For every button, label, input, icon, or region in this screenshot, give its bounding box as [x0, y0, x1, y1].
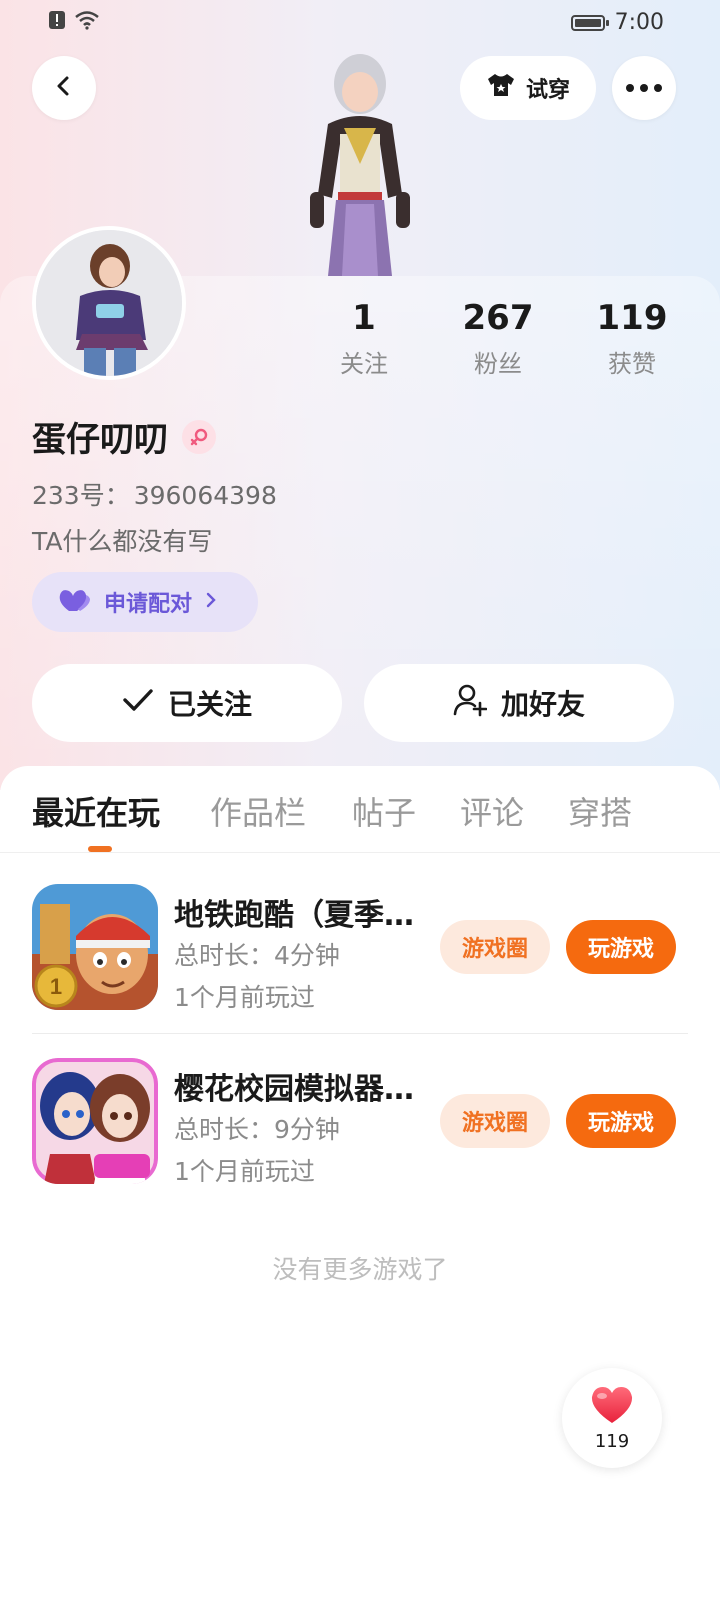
tab-recently-played[interactable]: 最近在玩 [32, 788, 160, 834]
try-on-button[interactable]: 试穿 [460, 56, 596, 120]
add-friend-label: 加好友 [500, 688, 585, 721]
status-left [48, 10, 100, 34]
stat-value: 1 [352, 298, 376, 338]
uid-label: 233号： [32, 481, 130, 510]
status-right: 7:00 [570, 10, 664, 35]
stat-label: 关注 [340, 350, 388, 378]
game-duration: 总时长：4分钟 [174, 941, 340, 970]
nickname: 蛋仔叨叨 [32, 420, 168, 460]
bio: TA什么都没有写 [32, 527, 213, 556]
like-button[interactable]: 119 [562, 1368, 662, 1468]
wifi-icon [74, 10, 100, 34]
followed-label: 已关注 [167, 688, 252, 721]
profile-tabs: 最近在玩 作品栏 帖子 评论 穿搭 [0, 788, 720, 852]
try-on-label: 试穿 [525, 78, 570, 103]
tab-comments[interactable]: 评论 [460, 788, 524, 834]
stat-likes[interactable]: 119 获赞 [572, 298, 692, 379]
tabs-divider [0, 852, 720, 853]
back-button[interactable] [32, 56, 96, 120]
user-id: 233号： 396064398 [32, 476, 277, 512]
game-list-item[interactable]: 1 地铁跑酷（夏季… 总时长：4分钟 1个月前玩过 游戏圈 玩游戏 [0, 884, 720, 1034]
female-icon [182, 419, 216, 454]
avatar[interactable] [32, 226, 186, 380]
stats-row: 1 关注 267 粉丝 119 获赞 [300, 298, 700, 388]
add-friend-button[interactable]: 加好友 [364, 664, 674, 742]
stat-value: 119 [596, 298, 668, 338]
svg-text:1: 1 [50, 974, 62, 999]
game-icon-subway-surfers[interactable]: 1 [32, 884, 158, 1010]
row-divider [32, 1033, 688, 1034]
check-icon [122, 687, 154, 720]
game-duration: 总时长：9分钟 [174, 1115, 340, 1144]
game-circle-button[interactable]: 游戏圈 [440, 920, 550, 974]
stat-label: 粉丝 [474, 350, 522, 378]
more-button[interactable] [612, 56, 676, 120]
back-arrow-icon [52, 74, 76, 102]
stat-label: 获赞 [608, 350, 656, 378]
apply-match-label: 申请配对 [104, 592, 193, 617]
add-user-icon [453, 683, 488, 724]
game-last-played: 1个月前玩过 [174, 1157, 315, 1186]
game-title: 地铁跑酷（夏季… [174, 898, 414, 933]
tab-posts[interactable]: 帖子 [352, 788, 416, 834]
status-time: 7:00 [614, 10, 664, 35]
like-count: 119 [594, 1430, 630, 1452]
alert-icon [48, 10, 66, 34]
apply-match-button[interactable]: 申请配对 [32, 572, 258, 632]
followed-button[interactable]: 已关注 [32, 664, 342, 742]
tshirt-icon [486, 72, 516, 104]
game-last-played: 1个月前玩过 [174, 983, 315, 1012]
game-icon-sakura-school[interactable] [32, 1058, 158, 1184]
heart-icon [589, 1385, 635, 1429]
play-game-button[interactable]: 玩游戏 [566, 920, 676, 974]
battery-icon [570, 14, 609, 31]
status-bar: 7:00 [0, 0, 720, 44]
stat-followers[interactable]: 267 粉丝 [438, 298, 558, 379]
chevron-right-icon [204, 591, 218, 613]
no-more-games-text: 没有更多游戏了 [272, 1255, 448, 1284]
dressup-character-image [280, 44, 440, 280]
game-title: 樱花校园模拟器… [174, 1072, 414, 1107]
game-circle-button[interactable]: 游戏圈 [440, 1094, 550, 1148]
tab-works[interactable]: 作品栏 [210, 788, 306, 834]
nickname-row: 蛋仔叨叨 [32, 412, 216, 461]
heart-icon [58, 587, 92, 617]
tab-outfits[interactable]: 穿搭 [568, 788, 632, 834]
stat-following[interactable]: 1 关注 [304, 298, 424, 379]
uid-value: 396064398 [133, 481, 277, 510]
stat-value: 267 [462, 298, 534, 338]
more-dots-icon [626, 84, 662, 92]
game-list-item[interactable]: 樱花校园模拟器… 总时长：9分钟 1个月前玩过 游戏圈 玩游戏 [0, 1058, 720, 1208]
play-game-button[interactable]: 玩游戏 [566, 1094, 676, 1148]
